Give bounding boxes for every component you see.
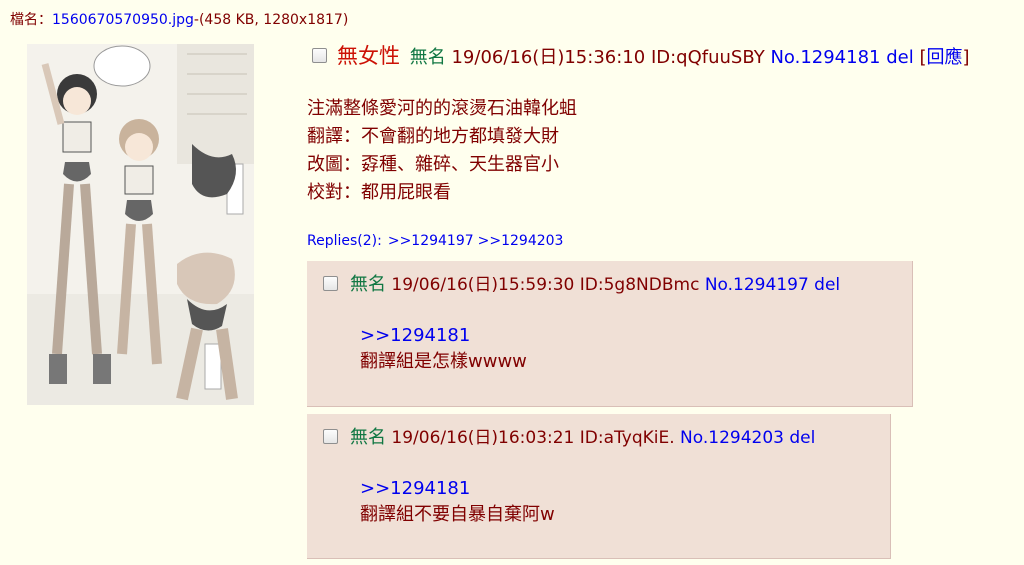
reply-header: 無名 19/06/16(日)16:03:21 ID:aTyqKiE. No.12… (323, 426, 815, 450)
reply-post: 無名 19/06/16(日)15:59:30 ID:5g8NDBmc No.12… (307, 261, 913, 407)
post-datetime: 19/06/16(日)15:59:30 (391, 275, 575, 295)
op-post-body: 注滿整條愛河的的滾燙石油韓化蛆 翻譯：不會翻的地方都填發大財 改圖：孬種、雜碎、… (307, 95, 577, 207)
backlink-1294197[interactable]: >>1294197 (388, 233, 474, 249)
poster-id: ID:5g8NDBmc (579, 275, 700, 295)
delete-link[interactable]: del (814, 275, 840, 295)
op-body-line: 翻譯：不會翻的地方都填發大財 (307, 126, 559, 147)
op-post-header: 無女性 無名 19/06/16(日)15:36:10 ID:qQfuuSBY N… (312, 42, 970, 72)
file-link[interactable]: 1560670570950.jpg (52, 12, 194, 28)
reply-select-checkbox[interactable] (323, 428, 338, 444)
delete-link[interactable]: del (789, 428, 815, 448)
reply-bracket-close: ] (962, 47, 970, 68)
poster-name: 無名 (350, 274, 386, 295)
reply-link[interactable]: 回應 (927, 47, 963, 68)
delete-link[interactable]: del (886, 47, 914, 68)
file-label: 檔名： (10, 12, 52, 28)
reply-header: 無名 19/06/16(日)15:59:30 ID:5g8NDBmc No.12… (323, 273, 840, 297)
replies-label: Replies(2): (307, 233, 382, 249)
reply-bracket-open: [ (919, 47, 927, 68)
op-body-line: 注滿整條愛河的的滾燙石油韓化蛆 (307, 98, 577, 119)
poster-name: 無名 (350, 427, 386, 448)
poster-name: 無名 (409, 47, 446, 68)
file-meta: -(458 KB, 1280x1817) (193, 12, 349, 28)
post-subject: 無女性 (337, 44, 400, 68)
post-number-link[interactable]: No.1294181 (770, 47, 880, 68)
op-body-line: 校對：都用屁眼看 (307, 182, 451, 203)
op-select-checkbox[interactable] (312, 47, 327, 63)
post-datetime: 19/06/16(日)16:03:21 (391, 428, 575, 448)
poster-id: ID:aTyqKiE. (579, 428, 675, 448)
post-number-link[interactable]: No.1294197 (705, 275, 809, 295)
reply-text: 翻譯組是怎樣wwww (360, 351, 527, 372)
post-datetime: 19/06/16(日)15:36:10 (451, 47, 646, 68)
op-body-line: 改圖：孬種、雜碎、天生器官小 (307, 154, 559, 175)
reply-body: >>1294181 翻譯組是怎樣wwww (360, 323, 527, 375)
reply-select-checkbox[interactable] (323, 275, 338, 291)
reply-text: 翻譯組不要自暴自棄阿w (360, 504, 555, 525)
reply-body: >>1294181 翻譯組不要自暴自棄阿w (360, 476, 555, 528)
quote-link[interactable]: >>1294181 (360, 323, 527, 349)
thumbnail-image[interactable] (27, 44, 254, 405)
quote-link[interactable]: >>1294181 (360, 476, 555, 502)
backlink-1294203[interactable]: >>1294203 (478, 233, 564, 249)
file-info: 檔名：1560670570950.jpg-(458 KB, 1280x1817) (10, 9, 348, 29)
poster-id: ID:qQfuuSBY (650, 47, 765, 68)
post-number-link[interactable]: No.1294203 (680, 428, 784, 448)
backlinks: Replies(2): >>1294197 >>1294203 (307, 233, 567, 249)
reply-post: 無名 19/06/16(日)16:03:21 ID:aTyqKiE. No.12… (307, 414, 891, 559)
